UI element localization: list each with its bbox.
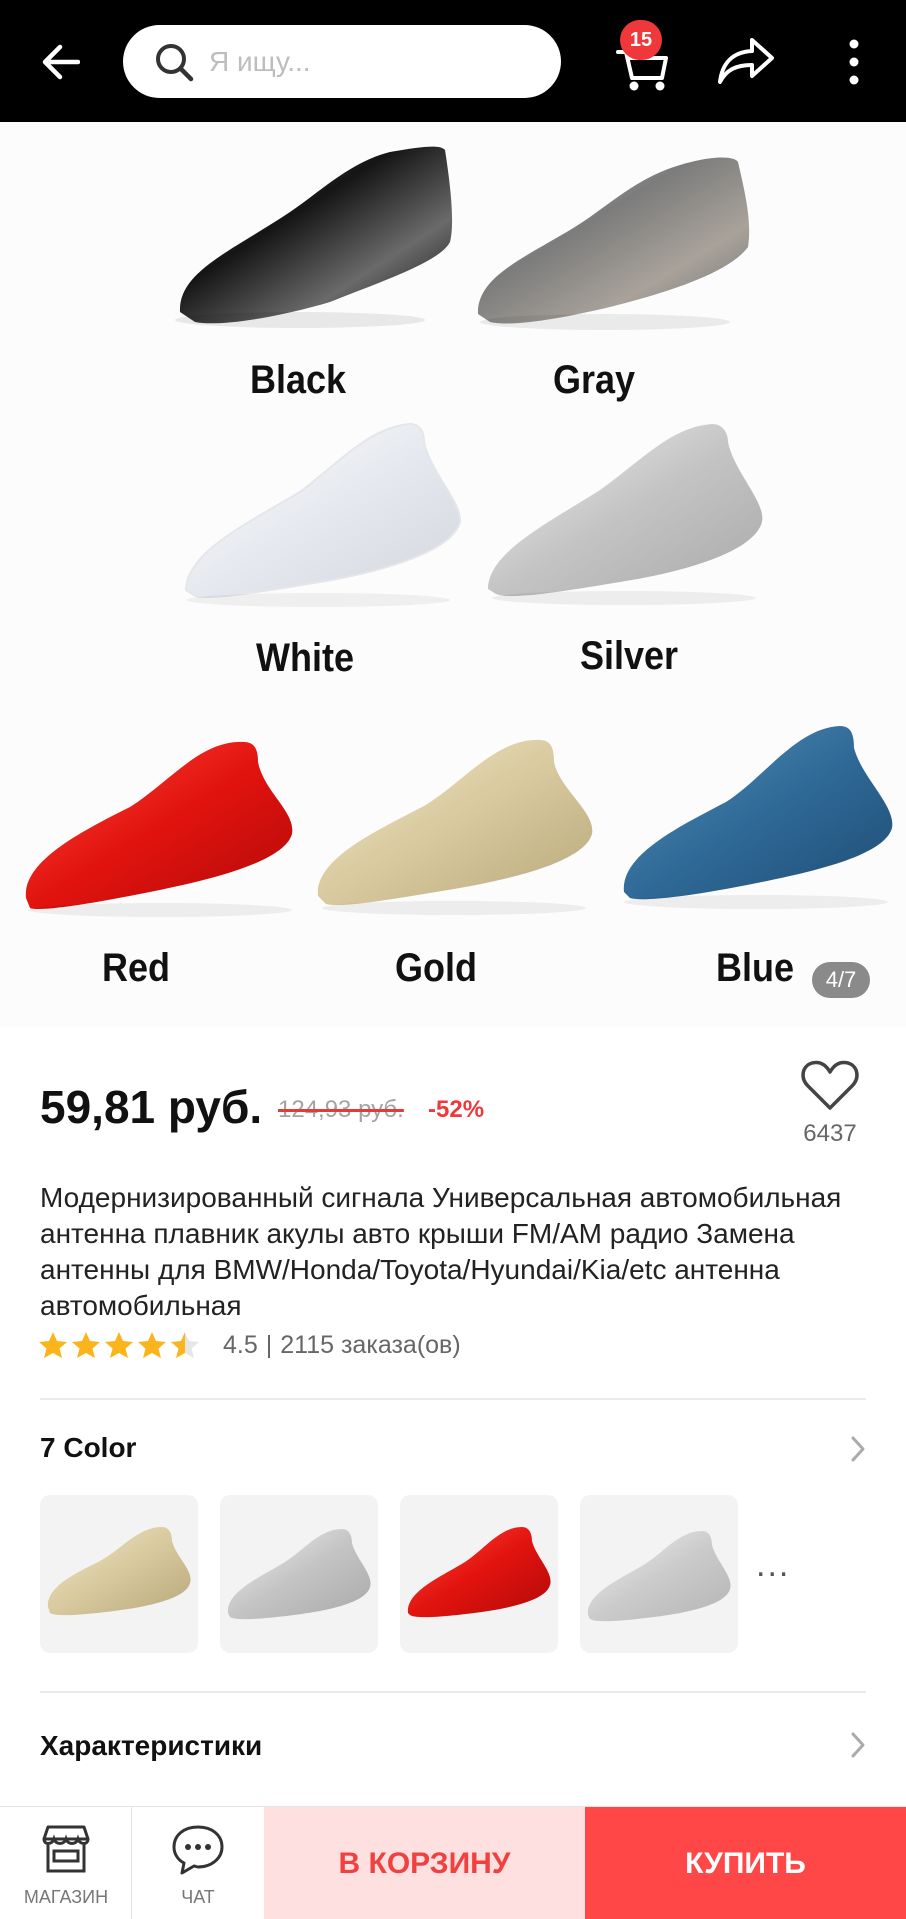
star-full-icon — [39, 1332, 67, 1358]
fin-blue-image — [623, 726, 893, 909]
more-colors[interactable]: ... — [756, 1546, 790, 1585]
original-price: 124,93 руб. — [278, 1096, 404, 1123]
discount-badge: -52% — [428, 1096, 485, 1123]
product-image — [25, 146, 893, 917]
image-counter: 4/7 — [812, 962, 870, 998]
share-icon[interactable] — [716, 32, 776, 88]
current-price: 59,81 руб. — [40, 1081, 263, 1133]
variant-label-blue: Blue — [716, 946, 795, 990]
rating-stars — [38, 1330, 203, 1360]
variant-label-red: Red — [102, 946, 171, 990]
rating-value: 4.5 — [223, 1330, 258, 1359]
cart-count-badge: 15 — [620, 20, 662, 60]
product-image-gallery[interactable]: Black Gray White Silver Red Gold Blue 4/… — [0, 122, 906, 1027]
top-bar: 15 — [0, 0, 906, 122]
store-label: МАГАЗИН — [23, 1887, 109, 1907]
more-options-icon[interactable] — [836, 34, 872, 90]
thumbnail-image — [407, 1527, 551, 1618]
rating-row[interactable]: 4.5 | 2115 заказа(ов) — [38, 1327, 461, 1363]
variant-label-gray: Gray — [553, 358, 636, 402]
fin-white-image — [184, 422, 462, 607]
arrow-left-icon — [42, 44, 80, 80]
bottom-action-bar: МАГАЗИН ЧАТ В КОРЗИНУ КУПИТЬ — [0, 1806, 906, 1919]
thumbnail-image — [47, 1527, 191, 1616]
star-full-icon — [105, 1332, 133, 1358]
store-tab[interactable]: МАГАЗИН — [0, 1807, 132, 1919]
fin-silver-image — [488, 424, 763, 605]
thumbnail-image — [227, 1529, 371, 1620]
variant-label-silver: Silver — [580, 634, 679, 678]
divider — [40, 1691, 866, 1693]
heart-icon[interactable] — [800, 1058, 860, 1112]
chat-icon — [172, 1825, 224, 1875]
color-thumbnail-gold[interactable] — [40, 1495, 198, 1653]
variant-label-black: Black — [250, 358, 347, 402]
variant-label-gold: Gold — [395, 946, 477, 990]
star-full-icon — [138, 1332, 166, 1358]
divider — [40, 1398, 866, 1400]
specs-title[interactable]: Характеристики — [40, 1730, 262, 1762]
color-options-title[interactable]: 7 Color — [40, 1432, 136, 1464]
store-icon — [42, 1825, 90, 1873]
chevron-right-icon[interactable] — [848, 1434, 868, 1464]
chat-tab[interactable]: ЧАТ — [132, 1807, 264, 1919]
wishlist-count: 6437 — [803, 1120, 857, 1147]
search-icon — [156, 43, 194, 81]
thumbnail-image — [587, 1531, 731, 1622]
color-thumbnail-red[interactable] — [400, 1495, 558, 1653]
star-full-icon — [72, 1332, 100, 1358]
chat-label: ЧАТ — [181, 1887, 215, 1907]
add-to-cart-button[interactable]: В КОРЗИНУ — [264, 1807, 585, 1919]
search-input[interactable] — [209, 45, 509, 78]
chevron-right-icon[interactable] — [848, 1730, 868, 1760]
color-thumbnail-silver[interactable] — [220, 1495, 378, 1653]
rating-separator: | — [265, 1330, 273, 1359]
back-button[interactable] — [32, 34, 88, 90]
fin-gray-image — [477, 157, 750, 330]
buy-now-button[interactable]: КУПИТЬ — [585, 1807, 906, 1919]
search-bar[interactable] — [123, 25, 561, 98]
star-half-icon — [171, 1332, 199, 1358]
product-title: Модернизированный сигнала Универсальная … — [40, 1182, 842, 1321]
orders-count: 2115 заказа(ов) — [280, 1330, 461, 1359]
color-thumbnail-white[interactable] — [580, 1495, 738, 1653]
fin-black-image — [175, 146, 453, 328]
variant-label-white: White — [256, 636, 354, 680]
fin-red-image — [25, 741, 293, 917]
fin-gold-image — [317, 739, 593, 915]
